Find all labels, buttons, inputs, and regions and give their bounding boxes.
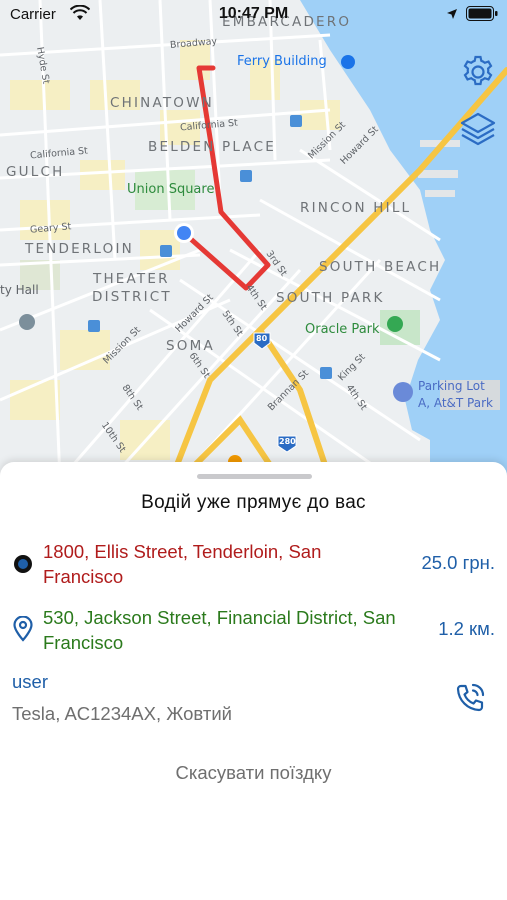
map-district-label: SOMA (166, 338, 215, 354)
status-time: 10:47 PM (218, 5, 289, 22)
driver-name: user (12, 671, 48, 692)
map-poi-union-square: Union Square (127, 182, 215, 197)
ride-status-sheet: Водій уже прямує до вас 1800, Ellis Stre… (0, 462, 507, 900)
ride-distance: 1.2 км. (438, 618, 495, 639)
map-district-label: CHINATOWN (110, 95, 214, 111)
map-district-label: DISTRICT (92, 289, 172, 305)
sheet-drag-handle[interactable] (197, 474, 312, 479)
map-poi-parking-lot: A, At&T Park (418, 396, 493, 410)
pickup-address: 1800, Ellis Street, Tenderloin, San Fran… (43, 541, 322, 587)
status-bar: Carrier 10:47 PM (0, 0, 507, 30)
gear-icon (460, 54, 496, 95)
location-pin-icon (12, 615, 34, 647)
map-district-label: SOUTH BEACH (319, 259, 442, 275)
map-district-label: RINCON HILL (300, 200, 412, 216)
call-driver-button[interactable] (450, 680, 490, 720)
car-info: Tesla, AC1234AX, Жовтий (12, 703, 232, 724)
map-poi-ferry-building: Ferry Building (237, 54, 327, 69)
highway-280-shield: 280 (279, 437, 296, 446)
layers-icon (459, 110, 497, 153)
highway-80-shield: 80 (256, 334, 268, 343)
battery-icon (466, 6, 498, 26)
ride-price: 25.0 грн. (421, 552, 495, 573)
map-district-label: TENDERLOIN (25, 241, 134, 257)
layers-button[interactable] (458, 111, 498, 151)
map-poi-parking-lot: Parking Lot (418, 379, 485, 393)
map-district-label: BELDEN PLACE (148, 139, 276, 155)
settings-button[interactable] (458, 54, 498, 94)
destination-row: 530, Jackson Street, Financial District,… (0, 603, 507, 658)
cancel-ride-button[interactable]: Скасувати поїздку (0, 762, 507, 784)
pickup-dot-icon (12, 553, 34, 580)
ride-status-title: Водій уже прямує до вас (141, 492, 366, 513)
phone-ringing-icon (453, 681, 487, 720)
map-view[interactable]: EMBARCADERO CHINATOWN BELDEN PLACE GULCH… (0, 0, 507, 480)
destination-address: 530, Jackson Street, Financial District,… (43, 607, 396, 653)
pickup-row: 1800, Ellis Street, Tenderloin, San Fran… (0, 537, 507, 592)
map-poi-city-hall: ty Hall (0, 283, 39, 297)
map-district-label: THEATER (93, 271, 170, 287)
map-district-label: GULCH (6, 164, 65, 180)
map-district-label: SOUTH PARK (276, 290, 385, 306)
location-arrow-icon (446, 7, 458, 25)
map-poi-oracle-park: Oracle Park (305, 322, 380, 337)
